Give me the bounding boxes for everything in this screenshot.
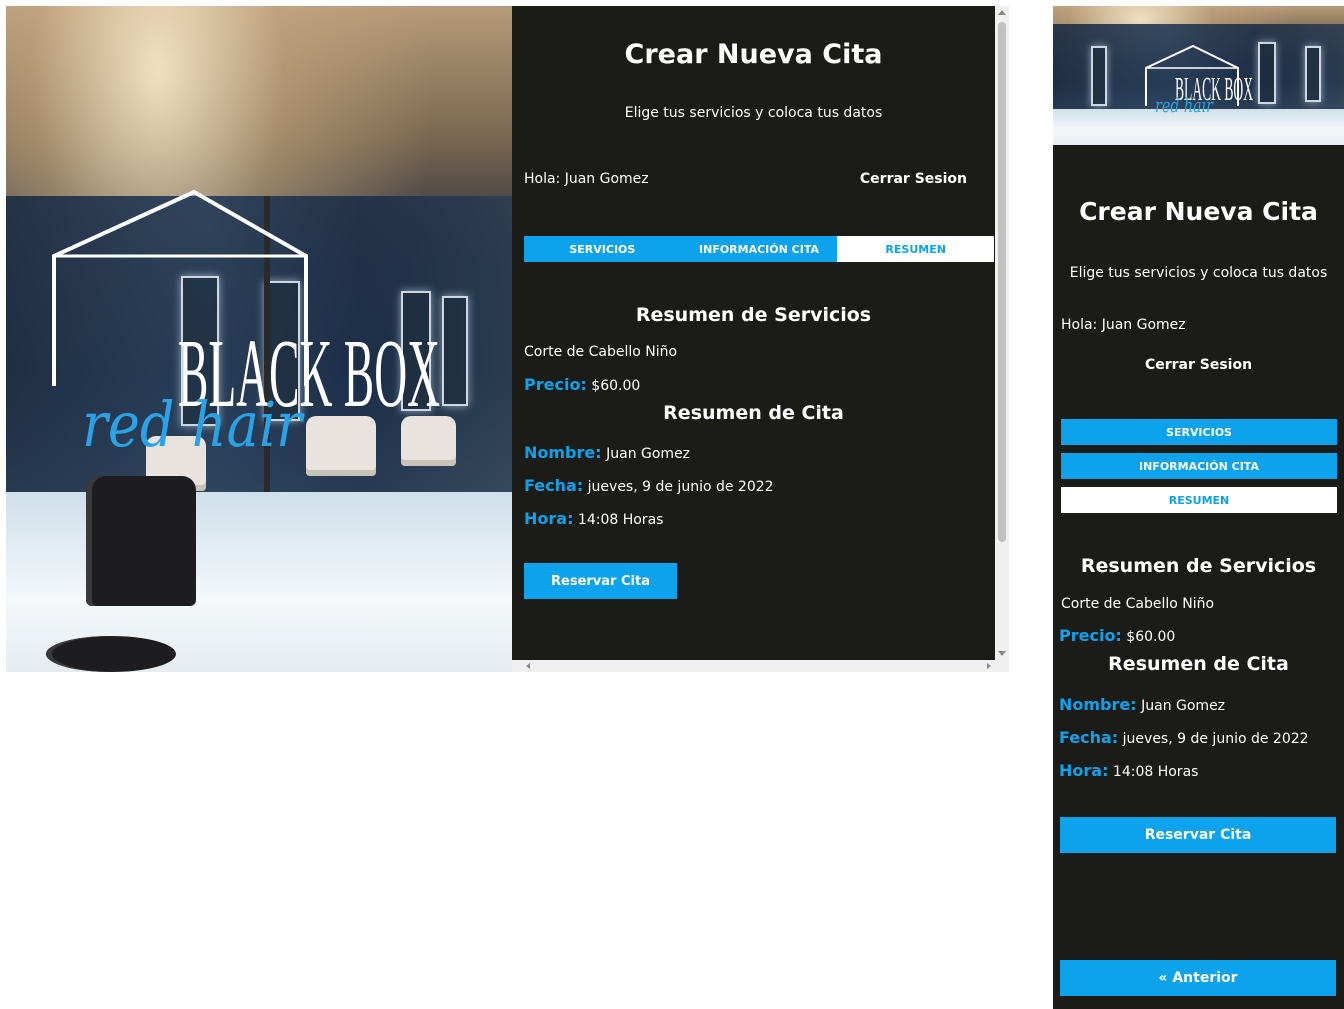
mobile-salon-hero-image: BLACK BOX red hair bbox=[1053, 6, 1344, 145]
date-value: jueves, 9 de junio de 2022 bbox=[587, 479, 774, 495]
mobile-logo-script-text: red hair bbox=[1155, 93, 1214, 117]
black-box-logo: BLACK BOX red hair bbox=[52, 189, 440, 461]
logo-script-text: red hair bbox=[82, 388, 305, 461]
mobile-appointment-summary-heading: Resumen de Cita bbox=[1108, 653, 1289, 675]
tab-servicios[interactable]: SERVICIOS bbox=[524, 236, 681, 262]
mobile-tab-informacion-cita[interactable]: INFORMACIÓN CITA bbox=[1061, 453, 1337, 479]
mobile-tab-servicios[interactable]: SERVICIOS bbox=[1061, 419, 1337, 445]
date-label: Fecha: bbox=[524, 476, 584, 495]
mobile-date-value: jueves, 9 de junio de 2022 bbox=[1122, 731, 1309, 747]
mobile-name-row: Nombre: Juan Gomez bbox=[1059, 695, 1225, 714]
mobile-date-row: Fecha: jueves, 9 de junio de 2022 bbox=[1059, 728, 1309, 747]
horizontal-scrollbar[interactable] bbox=[512, 660, 1009, 672]
time-value: 14:08 Horas bbox=[577, 512, 664, 528]
logout-link[interactable]: Cerrar Sesion bbox=[860, 171, 967, 187]
mobile-time-value: 14:08 Horas bbox=[1112, 764, 1199, 780]
price-label: Precio: bbox=[524, 375, 587, 394]
mobile-name-value: Juan Gomez bbox=[1141, 698, 1226, 714]
mobile-price-label: Precio: bbox=[1059, 626, 1122, 645]
mobile-time-label: Hora: bbox=[1059, 761, 1109, 780]
mobile-black-box-logo: BLACK BOX red hair bbox=[1145, 44, 1253, 117]
name-label: Nombre: bbox=[524, 443, 602, 462]
step-tabs: SERVICIOS INFORMACIÓN CITA RESUMEN bbox=[524, 236, 995, 262]
tab-resumen[interactable]: RESUMEN bbox=[837, 236, 995, 262]
vertical-scrollbar[interactable] bbox=[995, 6, 1009, 660]
mobile-service-name: Corte de Cabello Niño bbox=[1061, 596, 1215, 612]
page-subtitle: Elige tus servicios y coloca tus datos bbox=[624, 105, 883, 121]
mobile-tab-resumen[interactable]: RESUMEN bbox=[1061, 487, 1337, 513]
date-row: Fecha: jueves, 9 de junio de 2022 bbox=[524, 476, 774, 495]
mobile-name-label: Nombre: bbox=[1059, 695, 1137, 714]
mobile-services-summary-heading: Resumen de Servicios bbox=[1080, 555, 1317, 577]
mobile-page-title: Crear Nueva Cita bbox=[1079, 197, 1318, 226]
mobile-user-greeting: Hola: Juan Gomez bbox=[1061, 317, 1186, 333]
services-summary-heading: Resumen de Servicios bbox=[635, 304, 872, 326]
mobile-previous-button[interactable]: « Anterior bbox=[1060, 960, 1336, 996]
mobile-price-value: $60.00 bbox=[1126, 629, 1176, 645]
salon-hero-image: BLACK BOX red hair bbox=[6, 6, 512, 672]
mobile-price-row: Precio: $60.00 bbox=[1059, 626, 1175, 645]
scroll-left-icon[interactable] bbox=[526, 663, 530, 669]
scroll-up-icon[interactable] bbox=[998, 10, 1006, 15]
mobile-page-subtitle: Elige tus servicios y coloca tus datos bbox=[1069, 265, 1328, 281]
mobile-time-row: Hora: 14:08 Horas bbox=[1059, 761, 1198, 780]
mobile-appointment-panel: Crear Nueva Cita Elige tus servicios y c… bbox=[1053, 145, 1344, 1009]
price-row: Precio: $60.00 bbox=[524, 375, 640, 394]
service-name: Corte de Cabello Niño bbox=[524, 344, 678, 360]
time-row: Hora: 14:08 Horas bbox=[524, 509, 663, 528]
scrollbar-thumb[interactable] bbox=[998, 22, 1006, 542]
reserve-button[interactable]: Reservar Cita bbox=[524, 563, 677, 599]
page-title: Crear Nueva Cita bbox=[624, 39, 883, 70]
price-value: $60.00 bbox=[591, 378, 641, 394]
appointment-summary-heading: Resumen de Cita bbox=[663, 402, 844, 424]
desktop-appointment-panel: Crear Nueva Cita Elige tus servicios y c… bbox=[512, 6, 1009, 672]
name-row: Nombre: Juan Gomez bbox=[524, 443, 690, 462]
scroll-right-icon[interactable] bbox=[987, 663, 991, 669]
user-greeting: Hola: Juan Gomez bbox=[524, 171, 649, 187]
mobile-date-label: Fecha: bbox=[1059, 728, 1119, 747]
mobile-reserve-button[interactable]: Reservar Cita bbox=[1060, 817, 1336, 853]
mobile-logout-link[interactable]: Cerrar Sesion bbox=[1053, 357, 1344, 373]
time-label: Hora: bbox=[524, 509, 574, 528]
tab-informacion-cita[interactable]: INFORMACIÓN CITA bbox=[680, 236, 838, 262]
scroll-down-icon[interactable] bbox=[998, 651, 1006, 656]
name-value: Juan Gomez bbox=[606, 446, 691, 462]
